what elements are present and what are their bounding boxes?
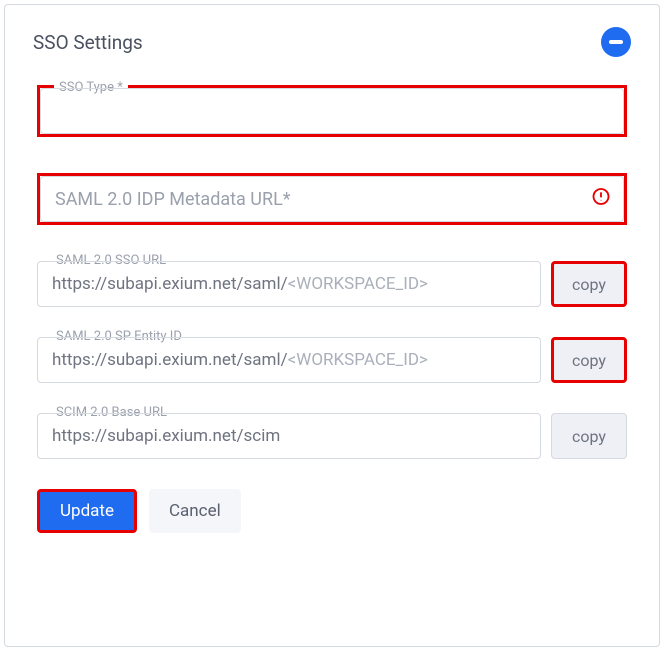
entity-id-input[interactable]: https://subapi.exium.net/saml/<WORKSPACE… (37, 337, 541, 383)
scim-url-value: https://subapi.exium.net/scim (52, 426, 280, 446)
metadata-url-field: SAML 2.0 IDP Metadata URL* (37, 173, 627, 225)
metadata-url-placeholder: SAML 2.0 IDP Metadata URL* (55, 189, 291, 210)
sso-url-input[interactable]: https://subapi.exium.net/saml/<WORKSPACE… (37, 261, 541, 307)
sso-url-prefix: https://subapi.exium.net/saml/ (52, 274, 288, 294)
copy-button[interactable]: copy (551, 413, 627, 459)
collapse-icon[interactable] (601, 27, 631, 57)
update-button[interactable]: Update (37, 489, 137, 533)
copy-button[interactable]: copy (551, 337, 627, 383)
metadata-url-input[interactable]: SAML 2.0 IDP Metadata URL* (40, 176, 624, 222)
entity-id-prefix: https://subapi.exium.net/saml/ (52, 350, 288, 370)
copy-button[interactable]: copy (551, 261, 627, 307)
sso-type-input[interactable] (40, 88, 624, 134)
panel-title: SSO Settings (33, 31, 143, 54)
sso-url-suffix: <WORKSPACE_ID> (288, 274, 428, 294)
scim-url-field: SCIM 2.0 Base URL https://subapi.exium.n… (37, 413, 627, 459)
panel-header: SSO Settings (27, 27, 637, 57)
cancel-button[interactable]: Cancel (149, 489, 241, 533)
action-row: Update Cancel (27, 489, 637, 533)
entity-id-field: SAML 2.0 SP Entity ID https://subapi.exi… (37, 337, 627, 383)
sso-type-field: SSO Type * (37, 85, 627, 137)
entity-id-suffix: <WORKSPACE_ID> (288, 350, 428, 370)
sso-url-field: SAML 2.0 SSO URL https://subapi.exium.ne… (37, 261, 627, 307)
sso-settings-panel: SSO Settings SSO Type * SAML 2.0 IDP Met… (4, 4, 660, 647)
form-area: SSO Type * SAML 2.0 IDP Metadata URL* SA… (27, 85, 637, 459)
alert-icon (591, 187, 611, 212)
scim-url-input[interactable]: https://subapi.exium.net/scim (37, 413, 541, 459)
